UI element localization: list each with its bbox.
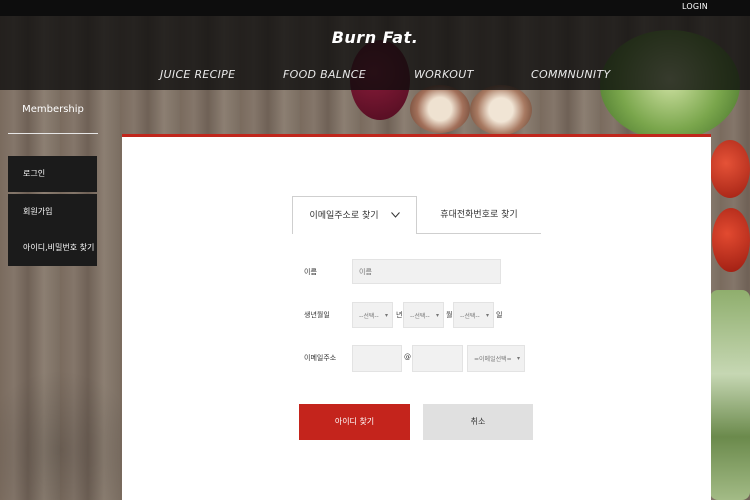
top-bar: LOGIN [0,0,750,16]
nav-food-balance[interactable]: FOOD BALNCE [283,68,366,81]
sidebar-divider [8,133,98,134]
email-domain-select[interactable]: =이메일선택= ▾ [467,345,525,372]
find-id-panel: 이메일주소로 찾기 휴대전화번호로 찾기 이름 생년월일 --선택-- ▾ 년 -… [122,134,711,500]
birth-month-value: --선택-- [410,312,430,320]
mushroom-decoration [410,85,470,133]
birth-day-select[interactable]: --선택-- ▾ [453,302,494,328]
birth-year-value: --선택-- [359,312,379,320]
nav-community[interactable]: COMMNUNITY [531,68,611,81]
select-arrow-icon: ▾ [435,311,439,319]
day-unit: 일 [496,311,503,319]
login-link[interactable]: LOGIN [682,2,708,11]
find-id-button[interactable]: 아이디 찾기 [299,404,410,440]
nav-juice-recipe[interactable]: JUICE RECIPE [160,68,235,81]
name-input[interactable] [352,259,501,284]
email-id-input[interactable] [352,345,402,372]
tab-find-by-email[interactable]: 이메일주소로 찾기 [292,196,417,234]
select-arrow-icon: ▾ [516,355,520,362]
select-arrow-icon: ▾ [384,311,388,319]
tomato-decoration [710,140,750,198]
year-unit: 년 [396,311,403,319]
select-arrow-icon: ▾ [485,311,489,319]
month-unit: 월 [446,311,453,319]
email-domain-select-value: =이메일선택= [474,356,512,363]
sidebar-item-login[interactable]: 로그인 [8,156,97,192]
birth-day-value: --선택-- [460,312,480,320]
nav-workout[interactable]: WORKOUT [414,68,474,81]
birth-year-select[interactable]: --선택-- ▾ [352,302,393,328]
brand-logo[interactable]: Burn Fat. [0,28,750,47]
chevron-down-icon [390,197,400,235]
sidebar-item-find-account[interactable]: 아이디,비밀번호 찾기 [8,230,97,266]
sidebar-item-signup[interactable]: 회원가입 [8,194,97,230]
sidebar-title: Membership [22,104,84,115]
greens-decoration [710,290,750,500]
tab-find-by-email-label: 이메일주소로 찾기 [309,211,379,221]
site-header: Burn Fat. JUICE RECIPE FOOD BALNCE WORKO… [0,16,750,90]
name-label: 이름 [304,268,317,276]
tomato-decoration-2 [712,208,750,272]
email-label: 이메일주소 [304,354,337,362]
email-domain-input[interactable] [412,345,463,372]
mushroom-decoration-2 [470,85,532,135]
tab-find-by-phone[interactable]: 휴대전화번호로 찾기 [417,196,541,234]
birthdate-label: 생년월일 [304,311,330,319]
at-symbol: @ [404,353,411,361]
cancel-button[interactable]: 취소 [423,404,533,440]
birth-month-select[interactable]: --선택-- ▾ [403,302,444,328]
